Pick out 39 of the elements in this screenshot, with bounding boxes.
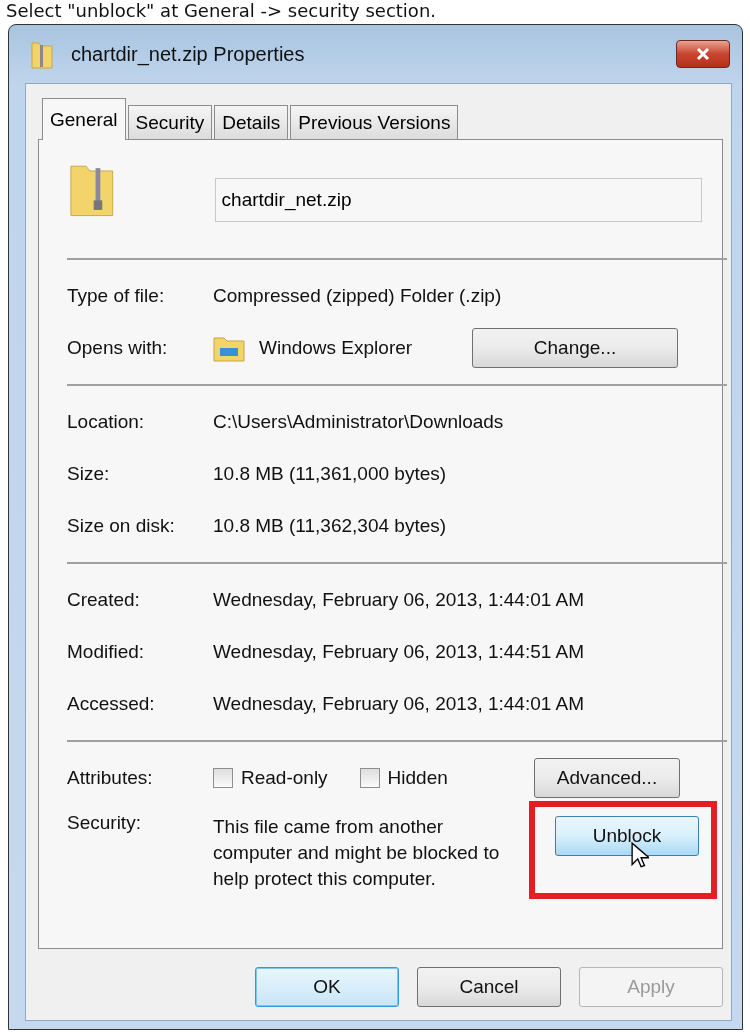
folder-icon — [213, 334, 245, 362]
tab[interactable]: Security — [127, 105, 213, 139]
field-value: Wednesday, February 06, 2013, 1:44:51 AM — [213, 641, 585, 663]
dialog-button[interactable]: Cancel — [417, 967, 561, 1007]
window-title: chartdir_net.zip Properties — [71, 42, 306, 66]
dialog-button[interactable]: OK — [255, 967, 399, 1007]
caption-text: Select "unblock" at General -> security section. — [6, 0, 436, 22]
close-button[interactable] — [676, 40, 730, 68]
field-label: Type of file: — [67, 285, 166, 307]
field-value: C:\Users\Administrator\Downloads — [213, 411, 504, 433]
checkbox-label[interactable]: Hidden — [387, 767, 448, 789]
field-label: Created: — [67, 589, 141, 611]
field-label: Attributes: — [67, 767, 154, 789]
field-value: Wednesday, February 06, 2013, 1:44:01 AM — [213, 589, 585, 611]
field-label: Modified: — [67, 641, 146, 663]
checkbox-label[interactable]: Read-only — [241, 767, 328, 789]
security-message: This file came from another computer and might be blocked to help protect this computer. — [213, 815, 501, 891]
field-label: Size: — [67, 463, 111, 485]
field-value: Wednesday, February 06, 2013, 1:44:01 AM — [213, 693, 585, 715]
cursor-icon — [631, 842, 649, 869]
field-label: Opens with: — [67, 337, 169, 359]
tab[interactable]: General — [42, 98, 126, 140]
checkbox[interactable] — [359, 768, 380, 788]
tab[interactable]: Previous Versions — [290, 105, 459, 139]
field-label: Size on disk: — [67, 515, 176, 537]
field-label: Security: — [67, 812, 142, 834]
folder-icon — [31, 39, 53, 69]
unblock-button[interactable]: Unblock — [555, 816, 699, 856]
field-label: Accessed: — [67, 693, 156, 715]
field-value: Windows Explorer — [259, 337, 414, 359]
change-button[interactable]: Change... — [472, 328, 678, 368]
file-name-field[interactable]: chartdir_net.zip — [214, 178, 702, 222]
field-value: 10.8 MB (11,362,304 bytes) — [213, 515, 447, 537]
advanced-button[interactable]: Advanced... — [534, 758, 680, 798]
checkbox[interactable] — [213, 768, 233, 788]
field-label: Location: — [67, 411, 146, 433]
tab[interactable]: Details — [214, 105, 289, 139]
field-value: Compressed (zipped) Folder (.zip) — [213, 285, 502, 307]
field-value: 10.8 MB (11,361,000 bytes) — [213, 463, 447, 485]
